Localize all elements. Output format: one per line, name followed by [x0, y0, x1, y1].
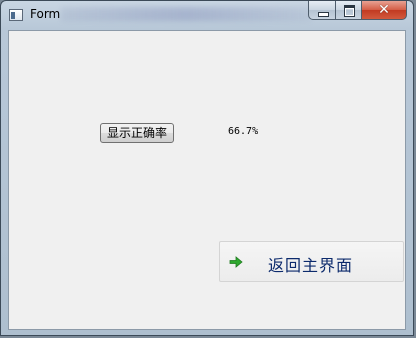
minimize-icon: [318, 12, 329, 17]
title-bar[interactable]: Form ✕: [1, 1, 413, 29]
title-bar-background-blur: [61, 7, 311, 21]
app-window: Form ✕ 显示正确率 66.7% 返回主界面: [0, 0, 414, 336]
return-main-label: 返回主界面: [268, 256, 354, 275]
window-title: Form: [30, 7, 61, 21]
show-accuracy-button[interactable]: 显示正确率: [100, 123, 174, 143]
form-client-area: 显示正确率 66.7% 返回主界面: [8, 30, 406, 330]
maximize-icon: [344, 5, 355, 17]
arrow-right-icon: [229, 256, 243, 268]
close-button[interactable]: ✕: [361, 1, 407, 20]
caption-buttons: ✕: [308, 1, 407, 21]
close-icon: ✕: [378, 2, 390, 18]
maximize-button[interactable]: [335, 1, 361, 20]
minimize-button[interactable]: [308, 1, 335, 20]
return-main-button[interactable]: 返回主界面: [219, 241, 404, 282]
accuracy-value: 66.7%: [228, 126, 259, 137]
app-window-icon[interactable]: [9, 9, 23, 21]
